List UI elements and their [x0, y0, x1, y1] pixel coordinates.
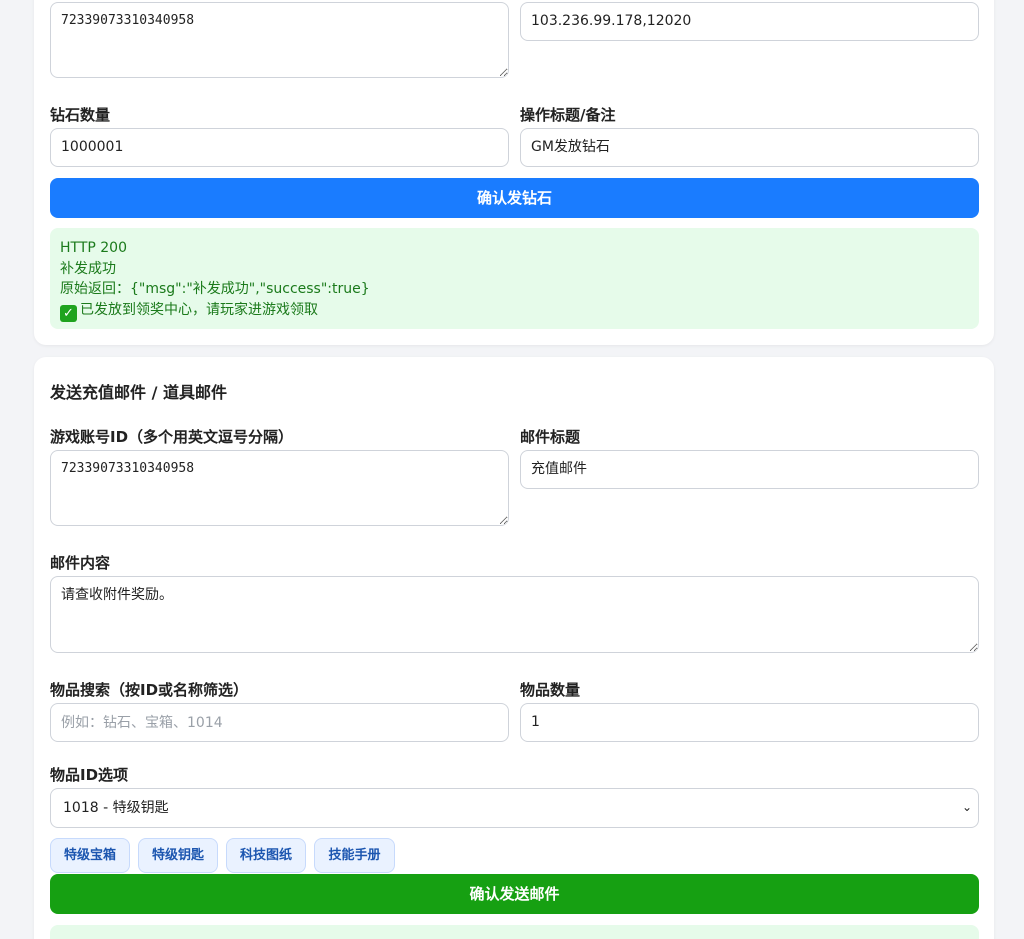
confirm-send-mail-button[interactable]: 确认发送邮件: [50, 874, 979, 914]
item-chip-skill-manual[interactable]: 技能手册: [314, 838, 395, 873]
result-raw-response: 原始返回：{"msg":"补发成功","success":true}: [60, 281, 370, 297]
result-message: 补发成功: [60, 260, 116, 277]
item-search-label: 物品搜索（按ID或名称筛选）: [50, 681, 249, 699]
item-id-select[interactable]: 1018 - 特级钥匙: [50, 788, 979, 828]
result-note-text: 已发放到领奖中心，请玩家进游戏领取: [80, 301, 318, 318]
diamond-count-input[interactable]: 1000001: [50, 128, 509, 167]
operation-title-label: 操作标题/备注: [520, 106, 616, 124]
mail-title-input[interactable]: 充值邮件: [520, 450, 979, 489]
item-chip-tech-blueprint[interactable]: 科技图纸: [226, 838, 306, 873]
item-count-input[interactable]: 1: [520, 703, 979, 742]
confirm-diamond-button[interactable]: 确认发钻石: [50, 178, 979, 218]
operation-title-input[interactable]: GM发放钻石: [520, 128, 979, 167]
diamond-count-label: 钻石数量: [50, 106, 111, 124]
mail-content-textarea[interactable]: 请查收附件奖励。: [50, 576, 979, 653]
mail-section-title: 发送充值邮件 / 道具邮件: [50, 383, 227, 402]
mail-title-label: 邮件标题: [520, 428, 581, 446]
result-note: ✓ 已发放到领奖中心，请玩家进游戏领取: [60, 300, 969, 322]
item-search-input[interactable]: [50, 703, 509, 742]
diamond-account-ids-textarea[interactable]: 72339073310340958: [50, 2, 509, 78]
diamond-result-box: HTTP 200 补发成功 原始返回：{"msg":"补发成功","succes…: [50, 228, 979, 329]
mail-account-ids-label: 游戏账号ID（多个用英文逗号分隔）: [50, 428, 294, 446]
item-chip-special-key[interactable]: 特级钥匙: [138, 838, 218, 873]
check-mark-icon: ✓: [60, 304, 77, 322]
result-http-status: HTTP 200: [60, 240, 127, 256]
server-address-input[interactable]: 103.236.99.178,12020: [520, 2, 979, 41]
item-chip-special-chest[interactable]: 特级宝箱: [50, 838, 130, 873]
mail-result-box: [50, 925, 979, 939]
mail-content-label: 邮件内容: [50, 554, 111, 572]
item-id-label: 物品ID选项: [50, 766, 129, 784]
item-count-label: 物品数量: [520, 681, 581, 699]
mail-account-ids-textarea[interactable]: 72339073310340958: [50, 450, 509, 526]
